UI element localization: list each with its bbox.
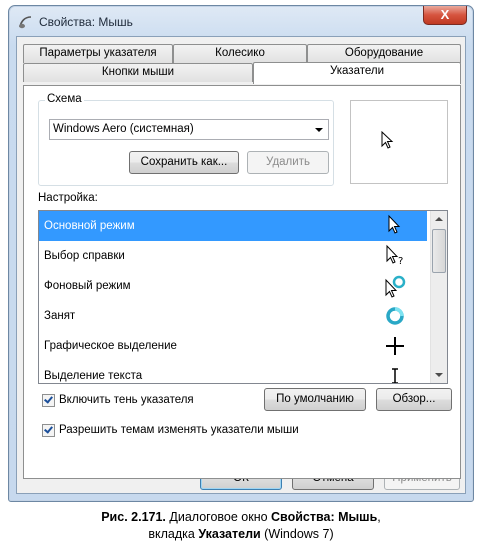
tab-label: Указатели bbox=[329, 65, 385, 77]
figure-caption: Рис. 2.171. Диалоговое окно Свойства: Мы… bbox=[0, 509, 482, 543]
close-button[interactable]: X bbox=[423, 6, 467, 25]
caption-text: , bbox=[377, 510, 381, 524]
caption-text: вкладка bbox=[148, 527, 199, 541]
list-item[interactable]: Занят bbox=[39, 301, 427, 331]
themes-checkbox-label: Разрешить темам изменять указатели мыши bbox=[59, 424, 299, 436]
tab-buttons[interactable]: Кнопки мыши bbox=[23, 63, 253, 82]
scheme-group: Схема Windows Aero (системная) Сохранить… bbox=[38, 93, 334, 186]
shadow-checkbox-row[interactable]: Включить тень указателя bbox=[42, 392, 194, 408]
list-item[interactable]: Графическое выделение bbox=[39, 331, 427, 361]
scroll-up-icon[interactable] bbox=[435, 217, 443, 221]
list-item-label: Выбор справки bbox=[44, 250, 125, 262]
list-item[interactable]: Фоновый режим bbox=[39, 271, 427, 301]
scheme-label: Схема bbox=[45, 93, 84, 105]
mouse-app-icon bbox=[19, 16, 32, 29]
pointers-tab-panel: Схема Windows Aero (системная) Сохранить… bbox=[23, 85, 461, 479]
arrow-cursor-icon bbox=[381, 131, 394, 149]
list-item-label: Основной режим bbox=[44, 220, 135, 232]
save-as-button[interactable]: Сохранить как... bbox=[129, 151, 239, 174]
checkmark-icon bbox=[44, 423, 53, 434]
tab-pointer-options[interactable]: Параметры указателя bbox=[23, 44, 173, 63]
list-item[interactable]: Основной режим bbox=[39, 211, 427, 241]
use-default-button[interactable]: По умолчанию bbox=[264, 388, 366, 411]
list-item-label: Выделение текста bbox=[44, 370, 143, 382]
list-item[interactable]: Выбор справки ? bbox=[39, 241, 427, 271]
dialog-client-area: Параметры указателя Колесико Оборудовани… bbox=[16, 36, 466, 494]
svg-text:?: ? bbox=[398, 256, 403, 267]
caption-line-2: вкладка Указатели (Windows 7) bbox=[0, 526, 482, 543]
text-select-cursor-icon bbox=[392, 368, 398, 383]
mouse-properties-window: Свойства: Мышь X Параметры указателя Кол… bbox=[8, 5, 474, 502]
tab-label: Колесико bbox=[215, 47, 265, 59]
tab-wheel[interactable]: Колесико bbox=[173, 44, 307, 63]
list-item-label: Фоновый режим bbox=[44, 280, 131, 292]
caption-prefix: Рис. 2.171. bbox=[101, 510, 166, 524]
shadow-checkbox-label: Включить тень указателя bbox=[59, 394, 194, 406]
list-item[interactable]: Выделение текста bbox=[39, 361, 427, 383]
working-in-background-cursor-icon bbox=[385, 275, 406, 298]
cursor-preview bbox=[350, 100, 448, 184]
delete-button[interactable]: Удалить bbox=[247, 151, 329, 174]
checkmark-icon bbox=[44, 393, 53, 404]
window-title: Свойства: Мышь bbox=[39, 15, 133, 29]
settings-label: Настройка: bbox=[38, 192, 98, 204]
tab-label: Оборудование bbox=[344, 47, 424, 59]
busy-cursor-icon bbox=[386, 307, 404, 325]
arrow-cursor-icon bbox=[388, 214, 401, 234]
chevron-down-icon bbox=[315, 128, 323, 132]
list-scrollbar[interactable] bbox=[430, 211, 447, 383]
themes-checkbox-row[interactable]: Разрешить темам изменять указатели мыши bbox=[42, 422, 299, 438]
cursor-list[interactable]: Основной режим Выбор справки ? Фоновый р… bbox=[38, 210, 448, 384]
themes-checkbox[interactable] bbox=[42, 423, 55, 437]
caption-text: Диалоговое окно bbox=[165, 510, 272, 524]
tab-label: Кнопки мыши bbox=[101, 66, 175, 78]
tab-label: Параметры указателя bbox=[39, 47, 157, 59]
shadow-checkbox[interactable] bbox=[42, 393, 55, 407]
caption-text: (Windows 7) bbox=[260, 527, 334, 541]
caption-bold-tab: Указатели bbox=[198, 527, 261, 541]
scheme-selected-value: Windows Aero (системная) bbox=[53, 123, 194, 135]
close-icon: X bbox=[440, 7, 450, 22]
scroll-thumb[interactable] bbox=[432, 229, 446, 273]
caption-line-1: Рис. 2.171. Диалоговое окно Свойства: Мы… bbox=[0, 509, 482, 526]
tab-pointers[interactable]: Указатели bbox=[253, 62, 461, 84]
caption-bold-title: Свойства: Мышь bbox=[271, 510, 378, 524]
help-cursor-icon: ? bbox=[386, 244, 403, 267]
browse-button[interactable]: Обзор... bbox=[376, 388, 452, 411]
scheme-dropdown[interactable]: Windows Aero (системная) bbox=[49, 119, 329, 140]
tab-hardware[interactable]: Оборудование bbox=[307, 44, 461, 63]
scroll-down-icon[interactable] bbox=[435, 373, 443, 377]
precision-select-cursor-icon bbox=[386, 337, 404, 355]
title-bar: Свойства: Мышь X bbox=[9, 6, 473, 36]
list-item-label: Графическое выделение bbox=[44, 340, 177, 352]
list-item-label: Занят bbox=[44, 310, 76, 322]
